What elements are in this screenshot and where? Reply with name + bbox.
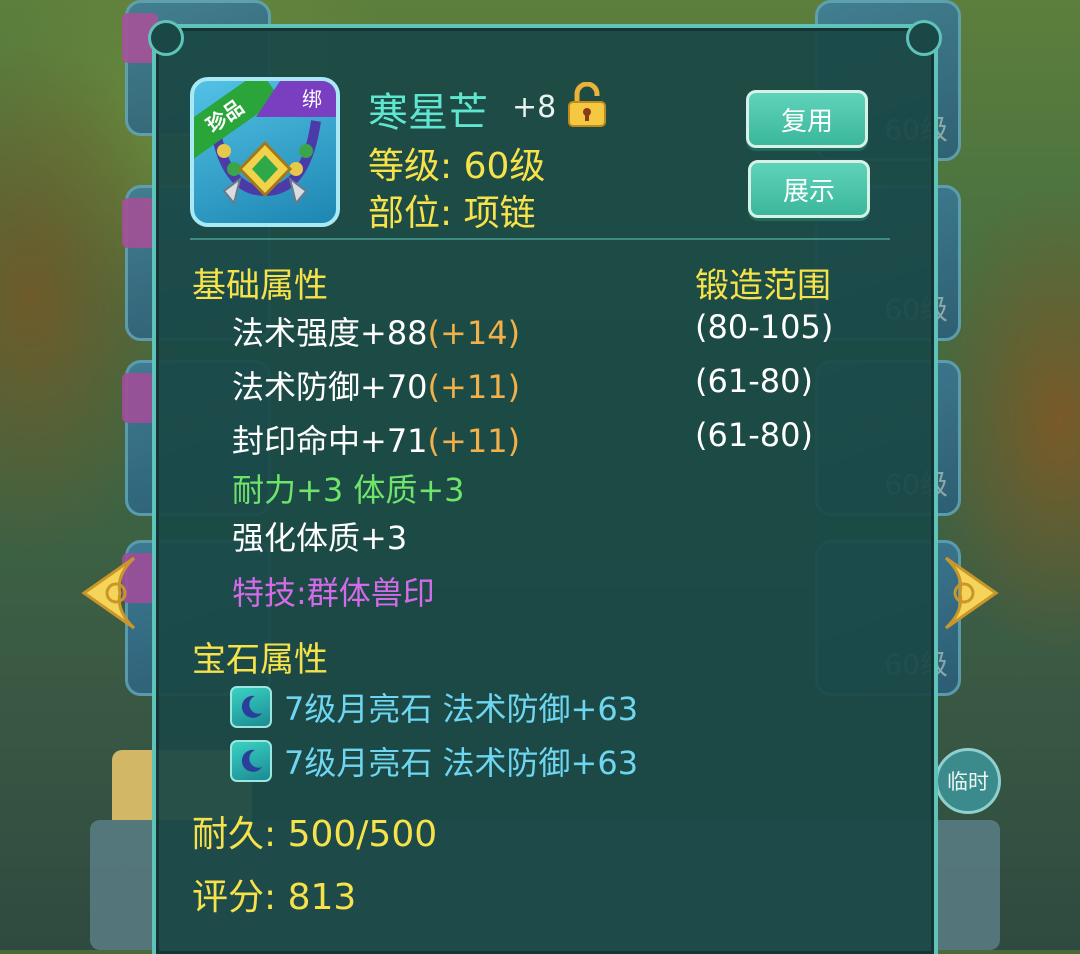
moon-gem-icon xyxy=(230,740,272,782)
forge-range-title: 锻造范围 xyxy=(695,266,831,306)
item-level: 等级: 60级 xyxy=(368,146,546,187)
extra-stats: 耐力+3 体质+3 xyxy=(232,471,465,509)
stat-row: 法术防御+70(+11) xyxy=(232,368,521,406)
item-slot: 部位: 项链 xyxy=(368,193,536,234)
durability: 耐久: 500/500 xyxy=(192,814,438,855)
item-icon: 珍品 绑 xyxy=(190,77,340,227)
stat-row: 法术强度+88(+14) xyxy=(232,314,521,352)
item-name: 寒星芒 xyxy=(368,90,488,136)
reuse-button[interactable]: 复用 xyxy=(746,90,868,148)
stat-row: 封印命中+71(+11) xyxy=(232,422,521,460)
stat-range: (61-80) xyxy=(695,416,813,454)
item-enhance-level: +8 xyxy=(512,90,557,125)
basic-attributes-title: 基础属性 xyxy=(192,266,328,306)
stat-range: (61-80) xyxy=(695,362,813,400)
divider xyxy=(190,238,890,240)
gem-row: 7级月亮石 法术防御+63 xyxy=(230,738,638,784)
gem-row: 7级月亮石 法术防御+63 xyxy=(230,684,638,730)
panel-corner-ornament xyxy=(148,20,184,56)
stat-range: (80-105) xyxy=(695,308,834,346)
item-score: 评分: 813 xyxy=(192,877,357,918)
next-arrow-icon[interactable] xyxy=(944,553,1004,633)
prev-arrow-icon[interactable] xyxy=(76,553,136,633)
gem-attributes-title: 宝石属性 xyxy=(192,640,328,680)
unlock-icon[interactable] xyxy=(565,81,609,132)
show-button[interactable]: 展示 xyxy=(748,160,870,218)
panel-corner-ornament xyxy=(906,20,942,56)
special-skill: 特技:群体兽印 xyxy=(232,574,435,612)
strengthen-stat: 强化体质+3 xyxy=(232,519,408,557)
temp-button[interactable]: 临时 xyxy=(935,748,1001,814)
moon-gem-icon xyxy=(230,686,272,728)
